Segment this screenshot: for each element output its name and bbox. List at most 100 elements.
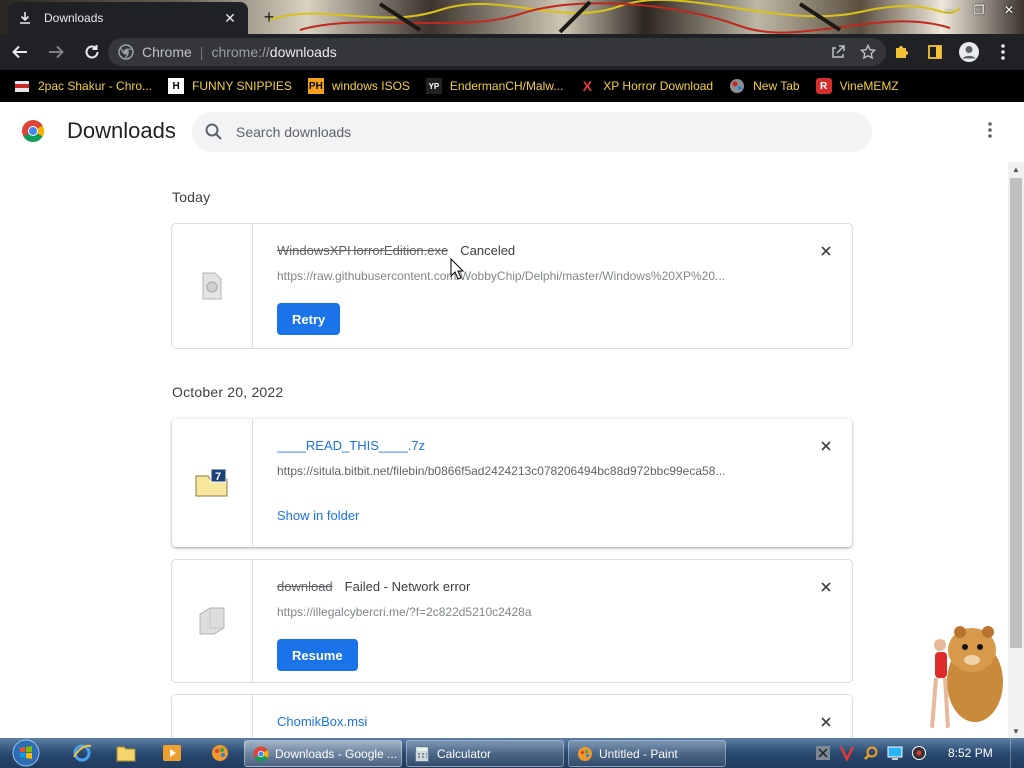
taskbar-window-calculator[interactable]: Calculator — [406, 740, 564, 767]
share-icon[interactable] — [830, 44, 846, 60]
url-scheme: chrome:// — [211, 44, 270, 60]
remove-item-icon[interactable] — [818, 714, 834, 730]
scroll-thumb[interactable] — [1010, 178, 1022, 648]
desktop-mascot-image — [926, 626, 1003, 736]
search-input[interactable] — [236, 124, 836, 140]
address-bar[interactable]: Chrome | chrome:// downloads — [108, 38, 886, 66]
bookmark-star-icon[interactable] — [860, 44, 876, 60]
download-item-download: download Failed - Network error https://… — [172, 560, 852, 682]
taskbar-window-label: Downloads - Google ... — [275, 746, 398, 761]
globe-icon — [729, 78, 745, 94]
taskbar-window-chrome[interactable]: Downloads - Google ... — [244, 740, 402, 767]
bookmark-vinememz[interactable]: R VineMEMZ — [815, 78, 899, 94]
wallpaper-scribbles — [269, 0, 960, 34]
bookmark-label: 2pac Shakur - Chro... — [38, 79, 153, 93]
internet-explorer-icon[interactable] — [70, 742, 94, 764]
file-name-link[interactable]: ChomikBox.msi — [277, 714, 367, 729]
side-panel-icon[interactable] — [922, 38, 948, 66]
remove-item-icon[interactable] — [818, 579, 834, 595]
browser-menu-icon[interactable] — [990, 38, 1016, 66]
x-site-icon: X — [582, 78, 592, 94]
reload-icon — [85, 45, 99, 59]
generic-file-icon — [202, 272, 222, 300]
download-item-read-this: 7 ____READ_THIS____.7z https://situla.bi… — [172, 419, 852, 547]
tray-search-icon[interactable] — [862, 744, 880, 762]
folder-icon — [14, 78, 30, 94]
page-header: Downloads — [0, 102, 1024, 158]
taskbar-window-label: Untitled - Paint — [599, 746, 678, 761]
yp-site-icon: YP — [425, 78, 442, 94]
file-explorer-icon[interactable] — [114, 742, 138, 764]
tray-app-icon[interactable] — [814, 744, 832, 762]
remove-item-icon[interactable] — [818, 243, 834, 259]
start-button[interactable] — [8, 738, 44, 768]
taskbar-clock[interactable]: 8:52 PM — [948, 746, 993, 760]
file-url[interactable]: https://situla.bitbit.net/filebin/b0866f… — [277, 464, 725, 478]
bookmark-label: VineMEMZ — [839, 79, 899, 93]
bookmark-endermanch[interactable]: YP EndermanCH/Malw... — [425, 78, 563, 94]
tab-close-icon[interactable]: ✕ — [222, 10, 238, 26]
system-tray — [814, 738, 928, 768]
show-desktop-button[interactable] — [1010, 738, 1024, 768]
tray-speaker-icon[interactable] — [910, 744, 928, 762]
svg-text:7: 7 — [215, 471, 221, 483]
search-bar[interactable] — [192, 112, 872, 152]
close-window-button[interactable]: ✕ — [994, 0, 1024, 20]
more-actions-icon[interactable] — [978, 118, 1002, 142]
paint-app-icon[interactable] — [208, 742, 232, 764]
taskbar-window-paint[interactable]: Untitled - Paint — [568, 740, 726, 767]
bookmark-xp-horror[interactable]: X XP Horror Download — [579, 78, 714, 94]
retry-button[interactable]: Retry — [277, 303, 341, 335]
omnibox-separator: | — [199, 44, 204, 60]
resume-button[interactable]: Resume — [277, 639, 358, 671]
omnibox-actions — [830, 44, 876, 60]
new-tab-button[interactable]: + — [258, 6, 280, 28]
ph-site-icon: PH — [307, 78, 324, 94]
generic-file-icon — [199, 607, 225, 635]
remove-item-icon[interactable] — [818, 438, 834, 454]
extensions-puzzle-icon[interactable] — [888, 38, 914, 66]
bookmark-new-tab[interactable]: New Tab — [729, 78, 800, 94]
media-player-icon[interactable] — [160, 742, 184, 764]
tray-v-icon[interactable] — [838, 744, 856, 762]
reload-button[interactable] — [76, 36, 108, 68]
forward-button[interactable] — [40, 36, 72, 68]
scroll-up-icon[interactable]: ▲ — [1008, 162, 1024, 176]
profile-avatar-icon[interactable] — [956, 38, 982, 66]
bookmark-windows-isos[interactable]: PH windows ISOS — [307, 78, 410, 94]
back-button[interactable] — [4, 36, 36, 68]
vertical-scrollbar[interactable]: ▲ ▼ — [1008, 162, 1024, 738]
scroll-down-icon[interactable]: ▼ — [1008, 724, 1024, 738]
show-in-folder-link[interactable]: Show in folder — [277, 508, 359, 523]
chrome-site-icon — [118, 44, 134, 60]
file-url[interactable]: https://illegalcybercri.me/?f=2c822d5210… — [277, 605, 532, 619]
bookmark-label: FUNNY SNIPPIES — [192, 79, 292, 93]
maximize-button[interactable]: ❐ — [964, 0, 994, 20]
download-item-windowsxphorror: WindowsXPHorrorEdition.exe Canceled http… — [172, 224, 852, 348]
site-label: Chrome — [142, 44, 192, 60]
tab-downloads[interactable]: Downloads ✕ — [8, 2, 248, 34]
mouse-cursor-icon — [450, 258, 464, 280]
minimize-button[interactable]: – — [934, 0, 964, 20]
file-icon-column — [172, 695, 253, 738]
title-bar: Downloads ✕ + – ❐ ✕ — [0, 0, 1024, 34]
bookmark-funny-snippies[interactable]: H FUNNY SNIPPIES — [168, 78, 292, 94]
taskbar-window-label: Calculator — [437, 746, 492, 761]
bookmark-2pac[interactable]: 2pac Shakur - Chro... — [14, 78, 152, 94]
file-name-link[interactable]: ____READ_THIS____.7z — [277, 438, 425, 453]
file-url[interactable]: https://raw.githubusercontent.com/WobbyC… — [277, 269, 725, 283]
downloads-page: Downloads ▲ ▼ Today WindowsXPHorrorEditi… — [0, 102, 1024, 738]
file-icon-column — [172, 224, 253, 348]
download-status: Failed - Network error — [344, 579, 471, 594]
bookmarks-bar: 2pac Shakur - Chro... H FUNNY SNIPPIES P… — [0, 70, 1024, 102]
date-heading-october-20-2022: October 20, 2022 — [172, 384, 284, 400]
file-icon-column — [172, 560, 253, 682]
file-name: download — [277, 579, 333, 594]
calculator-icon — [415, 745, 431, 762]
7zip-archive-icon: 7 — [195, 468, 228, 497]
tray-monitor-icon[interactable] — [886, 744, 904, 762]
windows-taskbar: Downloads - Google ... Calculator Untitl… — [0, 738, 1024, 768]
search-icon — [204, 122, 224, 142]
file-name-line: WindowsXPHorrorEdition.exe Canceled — [277, 243, 515, 258]
chrome-logo-icon — [22, 120, 44, 142]
